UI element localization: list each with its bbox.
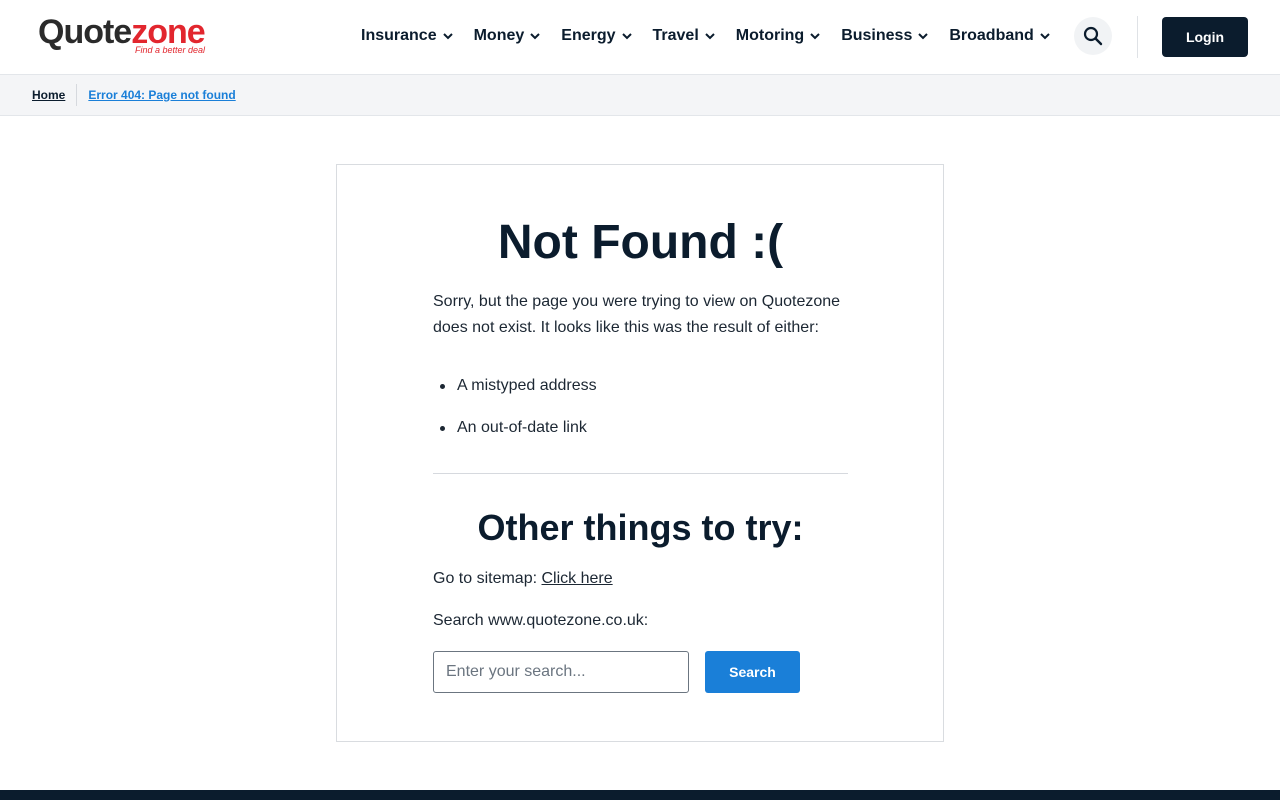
nav-item-motoring[interactable]: Motoring bbox=[736, 27, 821, 45]
nav-label: Broadband bbox=[949, 27, 1034, 44]
nav-label: Insurance bbox=[361, 27, 437, 44]
breadcrumb: Home Error 404: Page not found bbox=[0, 75, 1280, 116]
nav-item-energy[interactable]: Energy bbox=[561, 27, 632, 45]
nav-item-travel[interactable]: Travel bbox=[653, 27, 716, 45]
main-nav: Insurance Money Energy Travel Motoring B… bbox=[361, 24, 1071, 48]
quotezone-logo[interactable]: Quotezone Find a better deal bbox=[38, 14, 218, 60]
chevron-down-icon bbox=[1040, 33, 1050, 40]
search-icon bbox=[1083, 26, 1103, 46]
nav-item-business[interactable]: Business bbox=[841, 27, 929, 45]
nav-item-insurance[interactable]: Insurance bbox=[361, 27, 454, 45]
breadcrumb-separator bbox=[76, 84, 78, 106]
header-divider bbox=[1137, 16, 1138, 58]
site-header: Quotezone Find a better deal Insurance M… bbox=[0, 0, 1280, 75]
chevron-down-icon bbox=[705, 33, 715, 40]
nav-label: Energy bbox=[561, 27, 616, 44]
nav-item-broadband[interactable]: Broadband bbox=[949, 27, 1050, 45]
nav-label: Business bbox=[841, 27, 913, 44]
sitemap-line: Go to sitemap: Click here bbox=[433, 567, 613, 591]
chevron-down-icon bbox=[621, 33, 632, 40]
logo-tagline: Find a better deal bbox=[135, 45, 206, 55]
list-item: An out-of-date link bbox=[433, 415, 848, 441]
section-title: Other things to try: bbox=[477, 507, 804, 548]
search-label: Search www.quotezone.co.uk: bbox=[433, 612, 649, 629]
breadcrumb-home-link[interactable]: Home bbox=[32, 88, 65, 102]
search-input[interactable] bbox=[433, 651, 689, 693]
chevron-down-icon bbox=[918, 33, 929, 40]
header-search-button[interactable] bbox=[1074, 17, 1112, 55]
intro-text: Sorry, but the page you were trying to v… bbox=[433, 293, 841, 336]
nav-label: Travel bbox=[652, 27, 699, 44]
breadcrumb-current-link[interactable]: Error 404: Page not found bbox=[88, 88, 235, 102]
chevron-down-icon bbox=[530, 33, 540, 40]
nav-item-money[interactable]: Money bbox=[474, 27, 542, 45]
nav-label: Motoring bbox=[735, 27, 805, 44]
chevron-down-icon bbox=[442, 33, 453, 40]
not-found-card: Not Found :( Sorry, but the page you wer… bbox=[336, 164, 944, 742]
nav-label: Money bbox=[473, 27, 525, 44]
section-divider bbox=[433, 473, 848, 474]
page-title: Not Found :( bbox=[497, 216, 784, 269]
footer bbox=[0, 790, 1280, 800]
login-button[interactable]: Login bbox=[1162, 17, 1248, 57]
reasons-list: A mistyped address An out-of-date link bbox=[433, 373, 848, 457]
sitemap-prefix: Go to sitemap: bbox=[433, 570, 542, 587]
sitemap-link[interactable]: Click here bbox=[542, 570, 613, 587]
chevron-down-icon bbox=[810, 33, 820, 40]
logo-word-quote: Quote bbox=[38, 13, 132, 51]
list-item: A mistyped address bbox=[433, 373, 848, 399]
search-button[interactable]: Search bbox=[705, 651, 800, 693]
